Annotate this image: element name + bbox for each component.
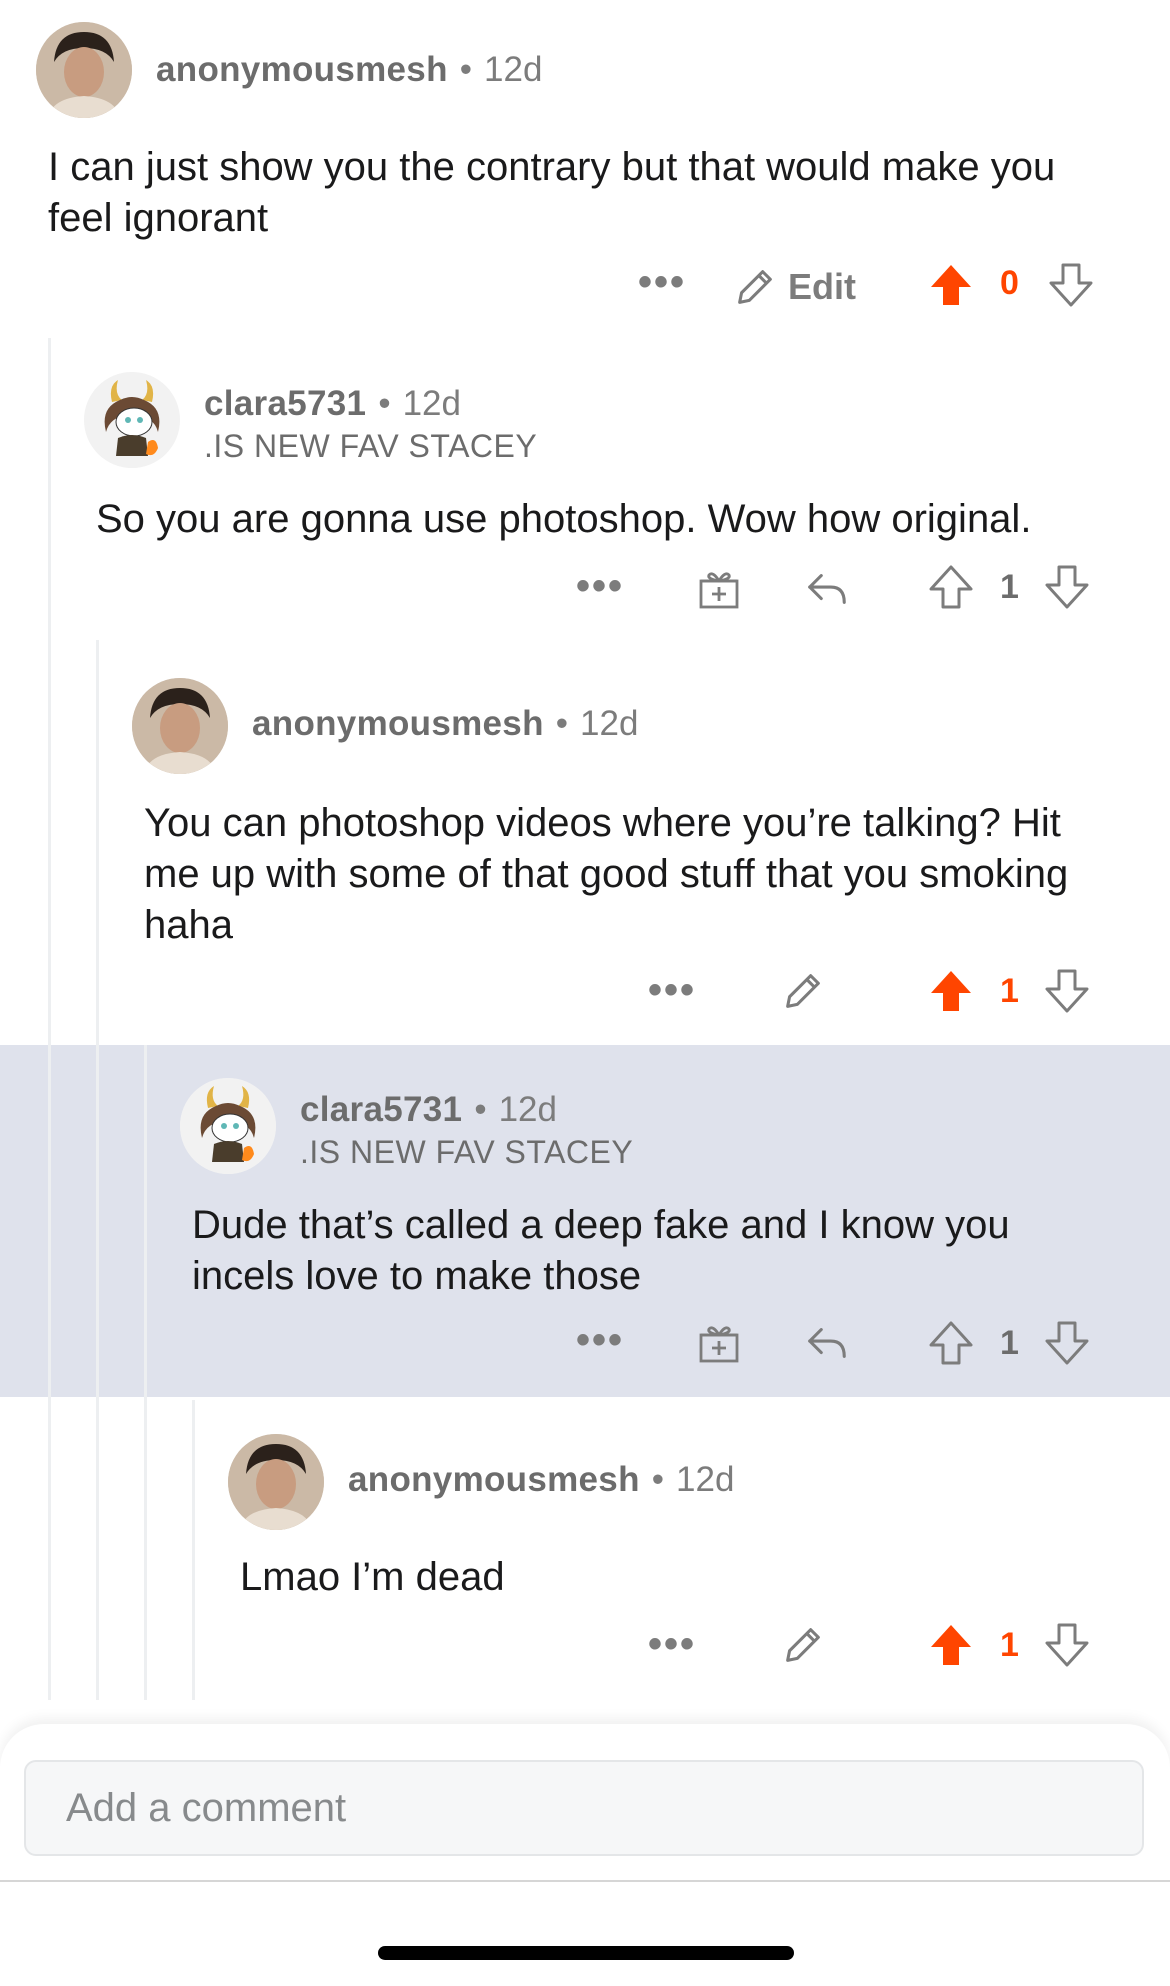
separator-dot: • xyxy=(459,50,473,89)
downvote-button[interactable] xyxy=(1042,562,1092,612)
avatar[interactable] xyxy=(132,678,228,774)
downvote-button[interactable] xyxy=(1042,1620,1092,1670)
comment-meta: clara5731 • 12d xyxy=(300,1090,557,1130)
upvote-button[interactable] xyxy=(926,1620,976,1670)
downvote-icon xyxy=(1045,1321,1089,1365)
comment-body: I can just show you the contrary but tha… xyxy=(48,145,1056,240)
downvote-button[interactable] xyxy=(1042,966,1092,1016)
award-button[interactable] xyxy=(694,564,744,614)
downvote-icon xyxy=(1045,969,1089,1013)
separator-dot: • xyxy=(651,1460,665,1499)
home-indicator[interactable] xyxy=(378,1946,794,1960)
more-icon: ••• xyxy=(648,1621,697,1666)
comment-body: Dude that’s called a deep fake and I kno… xyxy=(192,1203,1010,1298)
downvote-icon xyxy=(1045,1623,1089,1667)
more-icon: ••• xyxy=(638,259,687,304)
upvote-button[interactable] xyxy=(926,260,976,310)
divider xyxy=(0,1880,1170,1882)
reply-icon xyxy=(808,1328,846,1358)
thread-line-level-3[interactable] xyxy=(144,1045,147,1700)
user-flair: .IS NEW FAV STACEY xyxy=(204,428,538,464)
more-icon: ••• xyxy=(648,967,697,1012)
separator-dot: • xyxy=(555,704,569,743)
timestamp: 12d xyxy=(484,50,543,89)
vote-count: 1 xyxy=(1000,568,1019,606)
comment-meta: anonymousmesh • 12d xyxy=(252,704,638,744)
username[interactable]: anonymousmesh xyxy=(348,1460,640,1499)
more-options-button[interactable]: ••• xyxy=(648,967,697,1012)
separator-dot: • xyxy=(474,1090,487,1129)
comment-meta: clara5731 • 12d xyxy=(204,384,461,424)
upvote-button[interactable] xyxy=(926,562,976,612)
upvote-icon xyxy=(931,971,971,1011)
pencil-icon xyxy=(786,1628,820,1662)
username[interactable]: anonymousmesh xyxy=(156,50,448,89)
downvote-icon xyxy=(1045,565,1089,609)
gift-icon xyxy=(699,572,739,609)
upvote-button[interactable] xyxy=(926,1318,976,1368)
comment-body: You can photoshop videos where you’re ta… xyxy=(144,801,1069,947)
reply-button[interactable] xyxy=(802,1318,852,1368)
vote-count: 1 xyxy=(1000,1626,1019,1664)
edit-button[interactable] xyxy=(778,1620,828,1670)
reply-button[interactable] xyxy=(802,564,852,614)
avatar[interactable] xyxy=(36,22,132,118)
timestamp: 12d xyxy=(402,384,461,423)
more-options-button[interactable]: ••• xyxy=(576,563,625,608)
username[interactable]: anonymousmesh xyxy=(252,704,544,743)
timestamp: 12d xyxy=(580,704,639,743)
add-comment-input[interactable]: Add a comment xyxy=(24,1760,1144,1856)
gift-icon xyxy=(699,1326,739,1363)
vote-count: 0 xyxy=(1000,264,1019,302)
edit-button[interactable]: Edit xyxy=(732,262,856,312)
avatar[interactable] xyxy=(180,1078,276,1174)
comment-body: So you are gonna use photoshop. Wow how … xyxy=(96,497,1032,541)
upvote-icon xyxy=(929,565,973,609)
downvote-button[interactable] xyxy=(1046,260,1096,310)
vote-count: 1 xyxy=(1000,1324,1019,1362)
thread-line-level-2[interactable] xyxy=(96,640,99,1700)
avatar[interactable] xyxy=(84,372,180,468)
username[interactable]: clara5731 xyxy=(204,384,366,423)
more-options-button[interactable]: ••• xyxy=(638,259,687,304)
upvote-icon xyxy=(929,1321,973,1365)
pencil-icon xyxy=(738,270,772,304)
timestamp: 12d xyxy=(676,1460,735,1499)
edit-button[interactable] xyxy=(778,966,828,1016)
upvote-icon xyxy=(931,265,971,305)
avatar[interactable] xyxy=(228,1434,324,1530)
add-comment-placeholder: Add a comment xyxy=(66,1785,347,1830)
user-flair: .IS NEW FAV STACEY xyxy=(300,1134,634,1170)
downvote-icon xyxy=(1049,263,1093,307)
comment-body: Lmao I’m dead xyxy=(240,1555,505,1599)
separator-dot: • xyxy=(378,384,391,423)
vote-count: 1 xyxy=(1000,972,1019,1010)
reply-icon xyxy=(808,574,846,604)
timestamp: 12d xyxy=(498,1090,557,1129)
more-options-button[interactable]: ••• xyxy=(648,1621,697,1666)
comment-meta: anonymousmesh • 12d xyxy=(156,50,542,90)
upvote-icon xyxy=(931,1625,971,1665)
upvote-button[interactable] xyxy=(926,966,976,1016)
thread-line-level-1[interactable] xyxy=(48,338,51,1700)
username[interactable]: clara5731 xyxy=(300,1090,462,1129)
thread-line-level-4[interactable] xyxy=(192,1400,195,1700)
edit-label: Edit xyxy=(788,266,856,307)
more-options-button[interactable]: ••• xyxy=(576,1317,625,1362)
more-icon: ••• xyxy=(576,563,625,608)
downvote-button[interactable] xyxy=(1042,1318,1092,1368)
award-button[interactable] xyxy=(694,1318,744,1368)
pencil-icon xyxy=(786,974,820,1008)
more-icon: ••• xyxy=(576,1317,625,1362)
comment-meta: anonymousmesh • 12d xyxy=(348,1460,734,1500)
